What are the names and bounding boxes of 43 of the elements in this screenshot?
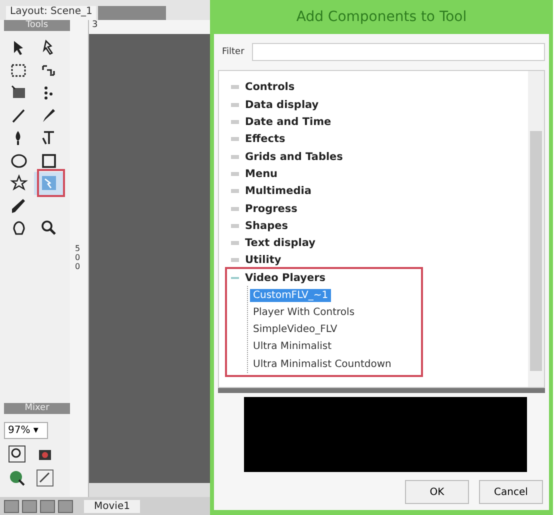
ruler-number: 3: [91, 20, 99, 32]
zoom-dropdown[interactable]: 97% ▾: [4, 422, 48, 439]
nav-button[interactable]: [22, 500, 37, 512]
tree-item[interactable]: Shapes: [245, 220, 288, 232]
tab[interactable]: Layout: Scene_1: [6, 6, 96, 20]
tree-item[interactable]: Progress: [245, 202, 298, 215]
ellipse-icon[interactable]: [10, 152, 28, 170]
document-tab[interactable]: Movie1: [84, 500, 140, 512]
panel-header: Tools: [4, 20, 70, 31]
highlight-frame: [37, 169, 65, 197]
scrollbar[interactable]: [528, 70, 544, 387]
tree-item[interactable]: SimpleVideo_FLV: [250, 323, 340, 336]
dialog-title: Add Components to Tool: [296, 9, 467, 25]
tree-item[interactable]: Grids and Tables: [245, 150, 343, 163]
tree-item[interactable]: Video Players: [245, 272, 326, 284]
ruler-number: 500: [75, 245, 82, 272]
pencil-icon[interactable]: [40, 106, 58, 125]
tree-item[interactable]: Multimedia: [245, 185, 312, 198]
tree-item[interactable]: Ultra Minimalist: [250, 340, 335, 354]
tree-item[interactable]: Menu: [245, 168, 278, 180]
nav-button[interactable]: [40, 500, 55, 512]
tree-item[interactable]: Text display: [245, 237, 316, 250]
tree-item[interactable]: Ultra Minimalist Countdown: [250, 358, 394, 371]
nav-button[interactable]: [58, 500, 73, 512]
tree-item[interactable]: Effects: [245, 133, 286, 146]
dialog-button[interactable]: Cancel: [479, 480, 543, 504]
zoom-icon[interactable]: [8, 445, 26, 463]
search-icon[interactable]: [40, 219, 58, 238]
tree-item[interactable]: Date and Time: [245, 116, 332, 128]
dialog-button[interactable]: OK: [405, 480, 469, 504]
filter-field[interactable]: [252, 42, 545, 61]
tree-item[interactable]: Utility: [245, 254, 282, 266]
tree-item[interactable]: Data display: [245, 98, 319, 111]
field-label: Filter: [222, 46, 244, 57]
fit-icon[interactable]: [36, 469, 54, 487]
tree-item[interactable]: Player With Controls: [250, 306, 358, 319]
rectangle-icon[interactable]: [40, 152, 58, 170]
tree-item[interactable]: Controls: [245, 81, 295, 94]
star-icon[interactable]: [10, 174, 28, 192]
panel-header: Mixer: [4, 403, 70, 414]
brush-icon[interactable]: [10, 196, 28, 215]
nav-button[interactable]: [4, 500, 19, 512]
splitter-handle[interactable]: [218, 388, 545, 393]
